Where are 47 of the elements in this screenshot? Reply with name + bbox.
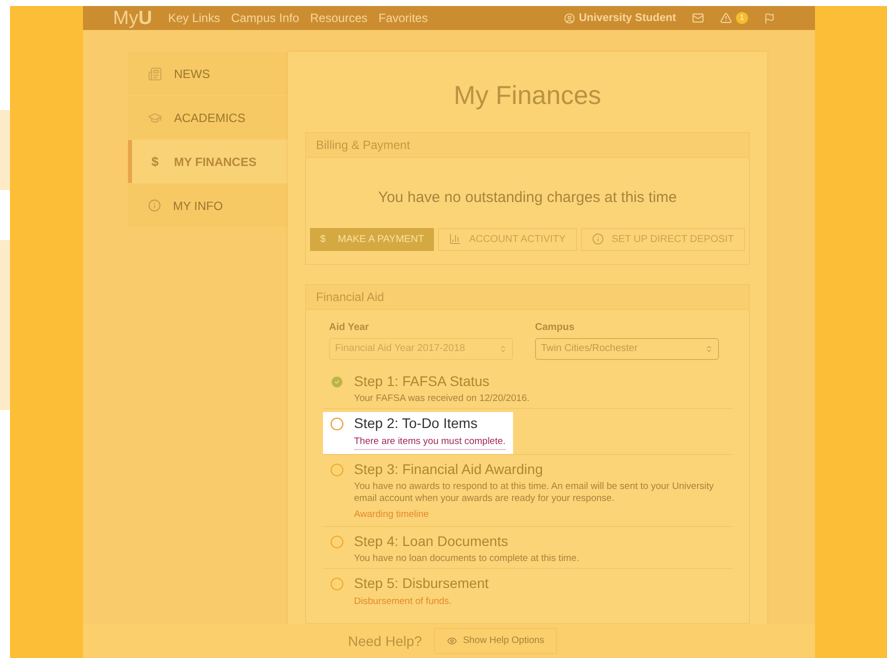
warning-icon[interactable] <box>720 12 732 24</box>
notification-badge: 1 <box>736 12 748 24</box>
step-description: You have no awards to respond to at this time. An email will be sent to your University email account when your awards are ready for your response. <box>354 480 715 505</box>
step-title: Step 3: Financial Aid Awarding <box>354 460 544 478</box>
sidebar-label: MY INFO <box>173 198 223 214</box>
step-description: Your FAFSA was received on 12/20/2016. <box>354 392 531 404</box>
action-button[interactable]: $ MAKE A PAYMENT <box>310 228 434 250</box>
info-icon <box>148 199 161 212</box>
step-title: Step 5: Disbursement <box>354 575 489 592</box>
step-title: Step 1: FAFSA Status <box>354 372 490 390</box>
graduation-cap-icon <box>148 110 162 124</box>
select-label: Campus <box>535 320 576 334</box>
billing-message: You have no outstanding charges at this time <box>377 188 678 208</box>
show-help-button[interactable]: Show Help Options <box>434 628 558 654</box>
eye-icon <box>446 636 457 646</box>
sidebar-label: NEWS <box>174 66 210 82</box>
stepper-arrows-icon <box>499 344 507 352</box>
nav-link[interactable]: Favorites <box>378 9 428 27</box>
dollar-sign: $ <box>150 152 160 171</box>
sidebar-label: ACADEMICS <box>174 110 246 126</box>
step-title: Step 2: To-Do Items <box>354 414 478 432</box>
sidebar-label: MY FINANCES <box>174 154 256 170</box>
step-description: You have no loan documents to complete at this time. <box>354 553 580 565</box>
bar-chart-icon <box>449 233 462 245</box>
step-title: Step 4: Loan Documents <box>354 533 510 550</box>
flag-icon[interactable] <box>764 12 775 24</box>
nav-link[interactable]: Campus Info <box>231 9 300 27</box>
logo: MyU <box>113 8 152 28</box>
user-icon <box>564 12 575 24</box>
select-field[interactable]: Twin Cities/Rochester <box>535 338 719 360</box>
mail-icon[interactable] <box>692 12 704 24</box>
stepper-arrows-icon <box>705 344 713 352</box>
sidebar-item[interactable]: NEWS <box>128 52 288 95</box>
info-icon <box>592 233 604 245</box>
user-link[interactable]: University Student <box>578 10 676 26</box>
page-title: My Finances <box>452 79 602 112</box>
sidebar-item[interactable]: $ MY FINANCES <box>128 140 288 183</box>
step-link[interactable]: There are items you must complete. <box>354 434 506 450</box>
nav-link[interactable]: Key Links <box>168 9 220 27</box>
sidebar-item[interactable]: ACADEMICS <box>128 96 288 139</box>
sidebar-item[interactable]: MY INFO <box>128 184 288 227</box>
select-label: Aid Year <box>329 320 370 334</box>
nav-link[interactable]: Resources <box>310 9 368 27</box>
help-label: Need Help? <box>348 632 422 651</box>
step-link[interactable]: Disbursement of funds. <box>354 595 452 610</box>
newspaper-icon <box>148 66 162 80</box>
step-link[interactable]: Awarding timeline <box>354 508 429 522</box>
